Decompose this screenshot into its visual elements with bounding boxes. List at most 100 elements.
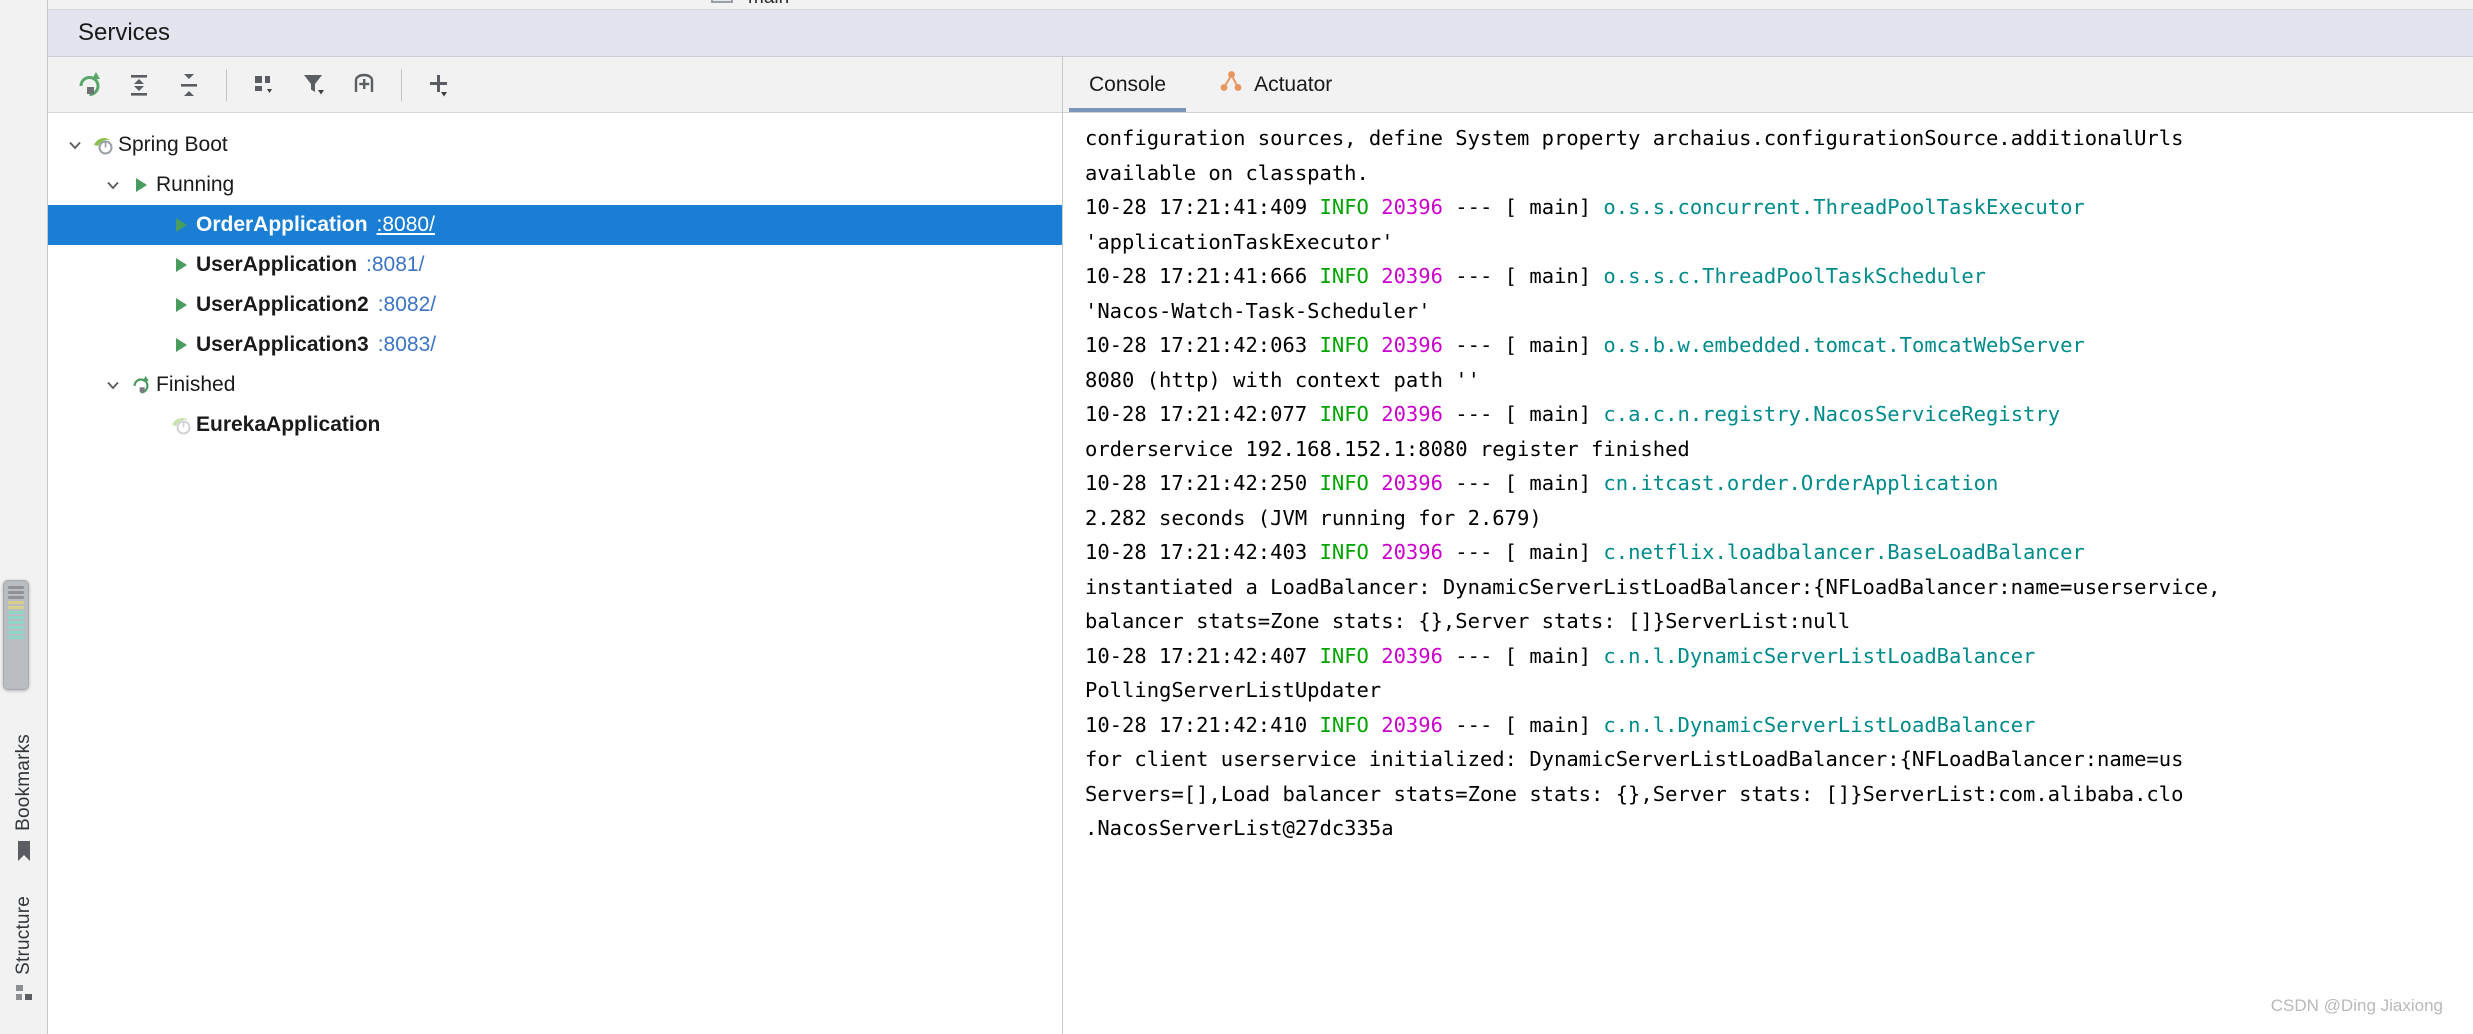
services-content: Spring Boot Running OrderApplication:80… <box>48 57 2473 1034</box>
tree-node-label: EurekaApplication <box>196 413 381 436</box>
tree-node-label: Running <box>156 173 235 196</box>
watermark: CSDN @Ding Jiaxiong <box>2270 996 2443 1015</box>
tree-node-label: Spring Boot <box>118 133 228 156</box>
console-sep: --- [ <box>1455 712 1518 737</box>
console-pid: 20396 <box>1381 264 1443 288</box>
tree-node-label: UserApplication <box>196 253 358 276</box>
structure-label: Structure <box>13 896 34 975</box>
sidebar-item-structure[interactable]: Structure <box>0 886 48 1028</box>
tab-actuator-label: Actuator <box>1254 72 1333 96</box>
console-tabs-bar: Console Actuator <box>1063 57 2473 113</box>
sidebar-item-bookmarks[interactable]: Bookmarks <box>0 724 48 886</box>
rerun-icon <box>79 71 100 96</box>
console-thread: main] <box>1529 333 1592 357</box>
console-thread: main] <box>1529 402 1592 426</box>
console-output[interactable]: configuration sources, define System pro… <box>1063 113 2473 1034</box>
tab-actuator[interactable]: Actuator <box>1192 57 1358 112</box>
console-pid: 20396 <box>1381 540 1443 564</box>
page-title: Services <box>78 19 171 46</box>
console-timestamp: 10-28 17:21:42:410 <box>1085 712 1308 737</box>
console-line: 10-28 17:21:42:407 INFO 20396 --- [ main… <box>1085 639 2473 674</box>
console-sep: --- [ <box>1455 402 1518 426</box>
console-line: 10-28 17:21:41:409 INFO 20396 --- [ main… <box>1085 190 2473 225</box>
actuator-icon <box>1218 69 1244 101</box>
chevron-down-icon[interactable] <box>100 176 126 194</box>
console-sep: --- [ <box>1455 333 1518 357</box>
toolbar-separator-1 <box>226 68 227 101</box>
tree-node-userapplication[interactable]: UserApplication :8081/ <box>48 245 1062 285</box>
plus-icon <box>430 74 447 96</box>
services-tree-panel: Spring Boot Running OrderApplication:80… <box>48 57 1063 1034</box>
chevron-down-icon[interactable] <box>100 376 126 394</box>
console-line: .NacosServerList@27dc335a <box>1085 811 2473 846</box>
services-tree-toolbar <box>48 57 1062 113</box>
tab-console[interactable]: Console <box>1063 57 1192 112</box>
console-panel: Console Actuator configuration sources, … <box>1063 57 2473 1034</box>
tree-node-label: Finished <box>156 373 236 396</box>
console-thread: main] <box>1529 540 1592 564</box>
console-line: 10-28 17:21:42:063 INFO 20396 --- [ main… <box>1085 328 2473 363</box>
editor-tab-label: main <box>748 0 789 9</box>
bookmarks-label: Bookmarks <box>13 734 34 832</box>
console-timestamp: 10-28 17:21:42:407 <box>1085 643 1308 668</box>
console-line: 10-28 17:21:41:666 INFO 20396 --- [ main… <box>1085 259 2473 294</box>
tree-node-label: OrderApplication <box>196 213 368 236</box>
console-text: 8080 (http) with context path '' <box>1085 367 1480 392</box>
add-service-button[interactable] <box>416 63 462 107</box>
console-logger: o.s.s.concurrent.ThreadPoolTaskExecutor <box>1603 195 2085 219</box>
tree-node-port-link[interactable]: :8083/ <box>378 333 436 357</box>
services-tool-window: Bookmarks Structure Services Spring Boot… <box>0 0 2473 1034</box>
services-tree: Spring Boot Running OrderApplication:80… <box>48 113 1062 1034</box>
console-line: 'Nacos-Watch-Task-Scheduler' <box>1085 294 2473 329</box>
tree-node-finished[interactable]: Finished <box>48 365 1062 405</box>
console-level: INFO <box>1319 471 1369 495</box>
rerun-button[interactable] <box>66 63 112 107</box>
console-text: 2.282 seconds (JVM running for 2.679) <box>1085 505 1542 530</box>
console-line: 'applicationTaskExecutor' <box>1085 225 2473 260</box>
chevron-down-icon[interactable] <box>62 136 88 154</box>
console-line: 10-28 17:21:42:410 INFO 20396 --- [ main… <box>1085 708 2473 743</box>
console-line: 10-28 17:21:42:250 INFO 20396 --- [ main… <box>1085 466 2473 501</box>
tree-node-userapplication2[interactable]: UserApplication2 :8082/ <box>48 285 1062 325</box>
console-line: 10-28 17:21:42:403 INFO 20396 --- [ main… <box>1085 535 2473 570</box>
console-thread: main] <box>1529 712 1592 737</box>
services-main-column: main Services <box>48 0 2473 1034</box>
collapse-all-icon <box>181 73 197 96</box>
tree-node-running[interactable]: Running <box>48 165 1062 205</box>
console-thread: main] <box>1529 643 1592 668</box>
tree-node-port-link[interactable]: :8082/ <box>378 293 436 317</box>
show-services-button[interactable] <box>341 63 387 107</box>
console-line: orderservice 192.168.152.1:8080 register… <box>1085 432 2473 467</box>
console-logger: c.netflix.loadbalancer.BaseLoadBalancer <box>1603 540 2085 564</box>
console-pid: 20396 <box>1381 712 1443 737</box>
group-by-button[interactable] <box>241 63 287 107</box>
console-text: orderservice 192.168.152.1:8080 register… <box>1085 436 1690 461</box>
tree-node-userapplication3[interactable]: UserApplication3 :8083/ <box>48 325 1062 365</box>
run-green-icon <box>126 175 156 195</box>
editor-tab-sliver: main <box>48 0 2473 10</box>
console-level: INFO <box>1319 195 1369 219</box>
expand-all-button[interactable] <box>116 63 162 107</box>
scrollbar-thumb-minimap[interactable] <box>3 580 29 690</box>
collapse-all-button[interactable] <box>166 63 212 107</box>
console-line: 2.282 seconds (JVM running for 2.679) <box>1085 501 2473 536</box>
console-text: configuration sources, define System pro… <box>1085 126 2184 150</box>
console-logger: o.s.s.c.ThreadPoolTaskScheduler <box>1603 264 1987 288</box>
filter-button[interactable] <box>291 63 337 107</box>
console-line: for client userservice initialized: Dyna… <box>1085 742 2473 777</box>
console-timestamp: 10-28 17:21:42:077 <box>1085 402 1308 426</box>
tree-node-spring-boot[interactable]: Spring Boot <box>48 125 1062 165</box>
tree-node-port-link[interactable]: :8080/ <box>377 213 435 237</box>
console-sep: --- [ <box>1455 195 1518 219</box>
expand-all-icon <box>131 74 147 96</box>
tree-node-port-link[interactable]: :8081/ <box>366 253 424 277</box>
filter-icon <box>304 74 324 94</box>
tree-node-orderapplication[interactable]: OrderApplication :8080/ <box>48 205 1062 245</box>
console-pid: 20396 <box>1381 402 1443 426</box>
tree-node-label: UserApplication3 <box>196 333 369 356</box>
console-sep: --- [ <box>1455 264 1518 288</box>
console-level: INFO <box>1319 643 1369 668</box>
console-pid: 20396 <box>1381 643 1443 668</box>
tree-node-label: UserApplication2 <box>196 293 369 316</box>
tree-node-eurekaapplication[interactable]: EurekaApplication <box>48 405 1062 445</box>
